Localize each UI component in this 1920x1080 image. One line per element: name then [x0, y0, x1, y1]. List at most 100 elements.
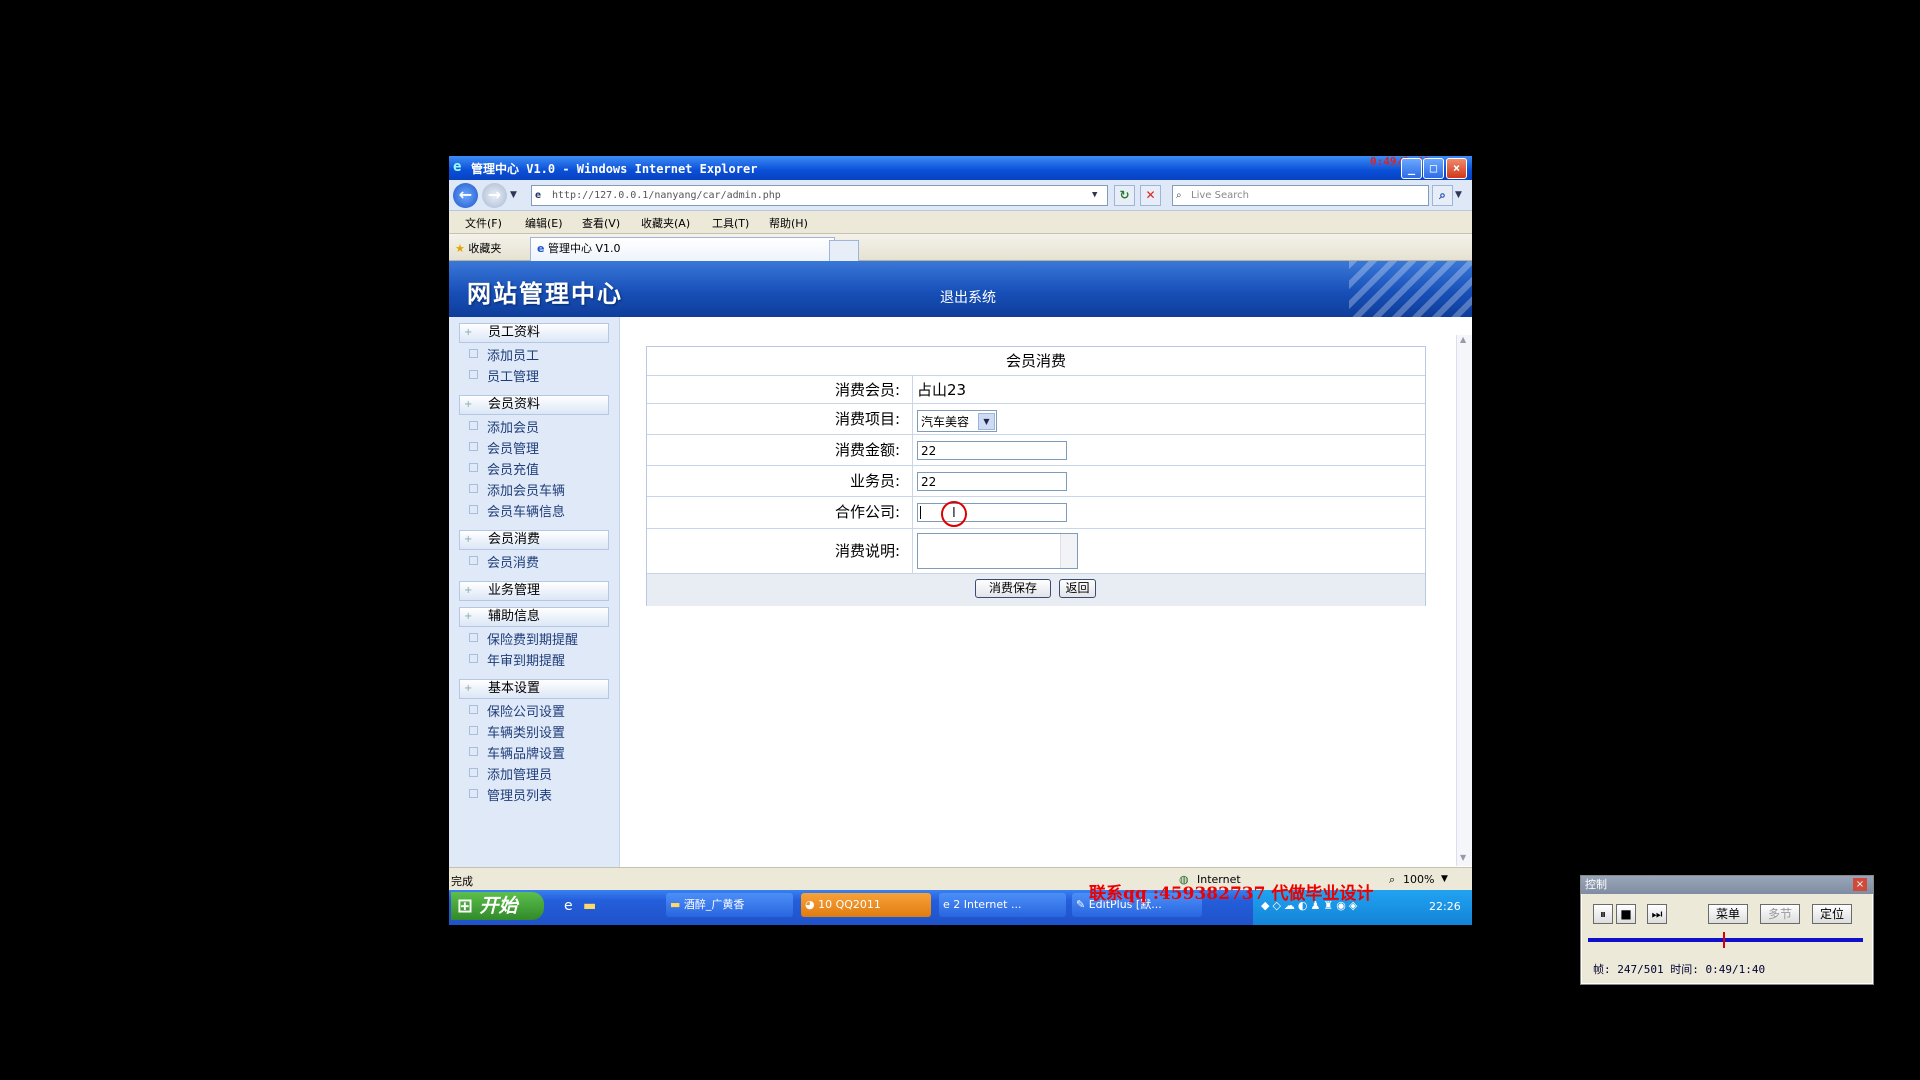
expand-icon: + — [464, 611, 473, 622]
close-button[interactable]: × — [1446, 158, 1467, 179]
multi-section-button[interactable]: 多节 — [1760, 904, 1800, 924]
bullet-icon — [469, 463, 478, 472]
scroll-up-icon[interactable]: ▲ — [1460, 335, 1466, 344]
sidebar-item-label: 管理员列表 — [487, 789, 553, 804]
address-text: http://127.0.0.1/nanyang/car/admin.php — [552, 190, 781, 201]
ie-task-icon: e — [943, 898, 950, 911]
agent-input[interactable]: 22 — [917, 472, 1067, 491]
locate-button[interactable]: 定位 — [1812, 904, 1852, 924]
address-dropdown-icon[interactable]: ▼ — [1092, 186, 1097, 205]
bullet-icon — [469, 789, 478, 798]
partner-input[interactable] — [917, 503, 1067, 522]
save-button[interactable]: 消费保存 — [975, 579, 1051, 598]
sidebar-group-label: 业务管理 — [488, 583, 541, 598]
expand-icon: + — [464, 534, 473, 545]
forward-button[interactable]: → — [482, 183, 507, 208]
menu-file[interactable]: 文件(F) — [465, 215, 502, 231]
zoom-icon[interactable]: ⌕ — [1389, 873, 1395, 887]
back-button[interactable]: ← — [453, 183, 478, 208]
menu-help[interactable]: 帮助(H) — [769, 215, 808, 231]
textarea-scrollbar[interactable] — [1060, 534, 1077, 568]
text-cursor — [920, 506, 921, 519]
skip-icon[interactable]: ⏭ — [1647, 904, 1667, 924]
menu-tools[interactable]: 工具(T) — [712, 215, 749, 231]
stop-square-icon[interactable]: ■ — [1616, 904, 1636, 924]
title-bar: e 管理中心 V1.0 - Windows Internet Explorer … — [449, 155, 1472, 180]
sidebar-group-label: 辅助信息 — [488, 609, 541, 624]
bullet-icon — [469, 705, 478, 714]
chevron-down-icon[interactable]: ▼ — [978, 413, 995, 430]
quicklaunch-folder-icon[interactable]: ▬ — [583, 898, 596, 914]
sidebar-item-label: 会员车辆信息 — [487, 505, 566, 520]
maximize-button[interactable]: □ — [1423, 158, 1444, 179]
star-icon: ★ — [455, 242, 465, 255]
sidebar-group-business[interactable]: + 业务管理 — [459, 581, 609, 601]
zoom-dropdown-icon[interactable]: ▼ — [1441, 874, 1448, 884]
search-options-icon[interactable]: ▼ — [1455, 190, 1462, 200]
note-cell — [912, 529, 1425, 574]
item-select[interactable]: 汽车美容 ▼ — [917, 410, 997, 432]
bullet-icon — [469, 654, 478, 663]
task-ie[interactable]: e 2 Internet ... — [939, 893, 1066, 917]
frame-info: 帧: 247/501 时间: 0:49/1:40 — [1593, 963, 1766, 976]
menu-bar: 文件(F) 编辑(E) 查看(V) 收藏夹(A) 工具(T) 帮助(H) — [449, 211, 1472, 234]
control-title: 控制 — [1585, 878, 1607, 891]
quicklaunch-ie-icon[interactable]: e — [564, 898, 573, 914]
sidebar-item-label: 会员管理 — [487, 442, 540, 457]
sidebar-group-consume[interactable]: + 会员消费 — [459, 530, 609, 550]
refresh-icon[interactable]: ↻ — [1114, 185, 1135, 206]
sidebar-group-staff[interactable]: + 员工资料 — [459, 323, 609, 343]
scroll-down-icon[interactable]: ▼ — [1460, 853, 1466, 862]
menu-view[interactable]: 查看(V) — [582, 215, 620, 231]
zoom-text[interactable]: 100% — [1403, 873, 1434, 886]
task-label: 10 QQ2011 — [818, 898, 881, 911]
search-go-icon[interactable]: ⌕ — [1432, 185, 1453, 206]
start-label: 开始 — [479, 895, 518, 917]
control-close-icon[interactable]: × — [1853, 878, 1867, 891]
bullet-icon — [469, 421, 478, 430]
sidebar-group-member[interactable]: + 会员资料 — [459, 395, 609, 415]
menu-favorites[interactable]: 收藏夹(A) — [641, 215, 690, 231]
bullet-icon — [469, 556, 478, 565]
minimize-button[interactable]: _ — [1401, 158, 1422, 179]
tab-label: 管理中心 V1.0 — [547, 242, 621, 255]
start-button[interactable]: ⊞ 开始 — [451, 892, 544, 920]
sidebar-item-label: 车辆品牌设置 — [487, 747, 566, 762]
expand-icon: + — [464, 327, 473, 338]
menu-button[interactable]: 菜单 — [1708, 904, 1748, 924]
stop-icon[interactable]: ✕ — [1140, 185, 1161, 206]
sidebar-group-settings[interactable]: + 基本设置 — [459, 679, 609, 699]
sidebar-item-label: 会员消费 — [487, 556, 540, 571]
search-input[interactable]: ⌕ Live Search — [1172, 185, 1429, 206]
progress-marker[interactable] — [1722, 932, 1725, 948]
bullet-icon — [469, 505, 478, 514]
search-placeholder: Live Search — [1191, 190, 1249, 201]
sidebar-group-label: 会员消费 — [488, 532, 541, 547]
tab-admin[interactable]: e 管理中心 V1.0 — [530, 237, 835, 261]
expand-icon: + — [464, 399, 473, 410]
note-textarea[interactable] — [917, 533, 1078, 569]
task-qq[interactable]: ◕ 10 QQ2011 — [801, 893, 931, 917]
content-scrollbar[interactable]: ▲ ▼ — [1456, 335, 1472, 866]
back-button-form[interactable]: 返回 — [1059, 579, 1096, 598]
play-pause-icon[interactable]: ⏸ — [1593, 904, 1613, 924]
partner-label: 合作公司: — [834, 503, 900, 521]
logout-link[interactable]: 退出系统 — [940, 287, 996, 307]
bullet-icon — [469, 484, 478, 493]
new-tab-button[interactable] — [829, 240, 859, 262]
sidebar-item-label: 年审到期提醒 — [487, 654, 566, 669]
item-cell: 汽车美容 ▼ — [912, 404, 1425, 435]
menu-edit[interactable]: 编辑(E) — [525, 215, 563, 231]
sidebar-group-assist[interactable]: + 辅助信息 — [459, 607, 609, 627]
history-dropdown-icon[interactable]: ▼ — [510, 190, 517, 200]
sidebar-group-label: 员工资料 — [488, 325, 541, 340]
progress-track[interactable] — [1588, 932, 1863, 948]
bullet-icon — [469, 370, 478, 379]
task-folder[interactable]: ▬ 酒醉_广黄香 — [666, 893, 793, 917]
favorites-button[interactable]: ★ 收藏夹 — [455, 240, 501, 256]
amount-input[interactable]: 22 — [917, 441, 1067, 460]
row-agent: 业务员: 22 — [647, 465, 1425, 497]
member-value: 占山23 — [912, 376, 1429, 404]
control-header: 控制 × — [1581, 876, 1873, 894]
address-bar[interactable]: e http://127.0.0.1/nanyang/car/admin.php… — [531, 185, 1108, 206]
